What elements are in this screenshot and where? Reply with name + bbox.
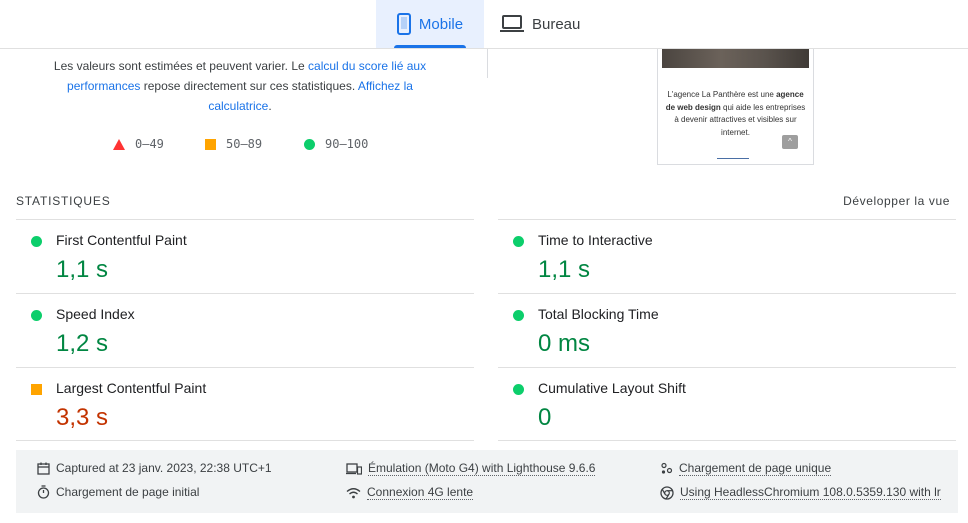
runtime-single-load-text: Chargement de page unique bbox=[679, 461, 832, 476]
triangle-icon bbox=[113, 138, 125, 150]
runtime-initial-load-text: Chargement de page initial bbox=[56, 485, 200, 499]
metric-cumulative-layout-shift: Cumulative Layout Shift 0 bbox=[498, 367, 956, 441]
metric-value: 1,2 s bbox=[56, 330, 109, 357]
active-tab-indicator bbox=[394, 45, 466, 48]
average-square-icon bbox=[31, 384, 42, 395]
runtime-emulation[interactable]: Émulation (Moto G4) with Lighthouse 9.6.… bbox=[346, 461, 596, 476]
tab-mobile-label: Mobile bbox=[418, 15, 464, 33]
thumbnail-text-part: L'agence La Panthère est une bbox=[667, 90, 777, 99]
metric-name: Total Blocking Time bbox=[538, 306, 659, 322]
divider bbox=[16, 440, 474, 441]
pass-circle-icon bbox=[31, 310, 42, 321]
metric-speed-index: Speed Index 1,2 s bbox=[16, 293, 474, 367]
runtime-browser-text: Using HeadlessChromium 108.0.5359.130 wi… bbox=[680, 485, 941, 500]
metric-largest-contentful-paint: Largest Contentful Paint 3,3 s bbox=[16, 367, 474, 441]
score-note-text: Les valeurs sont estimées et peuvent var… bbox=[53, 59, 309, 73]
metric-name: First Contentful Paint bbox=[56, 232, 187, 248]
runtime-captured: Captured at 23 janv. 2023, 22:38 UTC+1 bbox=[37, 461, 272, 475]
metric-value: 3,3 s bbox=[56, 404, 109, 431]
divider bbox=[487, 49, 488, 78]
devices-icon bbox=[346, 462, 362, 475]
metric-total-blocking-time: Total Blocking Time 0 ms bbox=[498, 293, 956, 367]
pass-circle-icon bbox=[513, 310, 524, 321]
score-note-text: . bbox=[268, 99, 272, 113]
runtime-settings: Captured at 23 janv. 2023, 22:38 UTC+1 C… bbox=[16, 450, 958, 513]
metric-name: Speed Index bbox=[56, 306, 135, 322]
tab-desktop-label: Bureau bbox=[532, 15, 581, 33]
metric-value: 1,1 s bbox=[56, 256, 109, 283]
legend-fail: 0–49 bbox=[113, 136, 164, 152]
score-note-text: repose directement sur ces statistiques. bbox=[140, 79, 358, 93]
legend-pass: 90–100 bbox=[304, 136, 368, 152]
thumbnail-image bbox=[662, 49, 809, 68]
circle-icon bbox=[304, 138, 315, 150]
runtime-emulation-text: Émulation (Moto G4) with Lighthouse 9.6.… bbox=[368, 461, 596, 476]
device-tabs: Mobile Bureau bbox=[0, 0, 968, 49]
final-screenshot-thumbnail[interactable]: L'agence La Panthère est une agence de w… bbox=[657, 49, 814, 165]
smartphone-icon bbox=[396, 13, 411, 35]
metric-name: Time to Interactive bbox=[538, 232, 653, 248]
metric-name: Cumulative Layout Shift bbox=[538, 380, 686, 396]
laptop-icon bbox=[500, 15, 524, 33]
tab-mobile[interactable]: Mobile bbox=[376, 0, 484, 48]
pass-circle-icon bbox=[513, 384, 524, 395]
scroll-top-icon: ^ bbox=[782, 135, 798, 149]
square-icon bbox=[205, 138, 216, 150]
runtime-browser[interactable]: Using HeadlessChromium 108.0.5359.130 wi… bbox=[660, 485, 941, 500]
metric-value: 0 bbox=[538, 404, 552, 431]
runtime-single-load[interactable]: Chargement de page unique bbox=[660, 461, 832, 476]
legend-average-label: 50–89 bbox=[226, 137, 263, 151]
legend-fail-label: 0–49 bbox=[135, 137, 164, 151]
runtime-network-text: Connexion 4G lente bbox=[367, 485, 474, 500]
wifi-icon bbox=[346, 487, 361, 499]
thumbnail-underline bbox=[717, 158, 749, 159]
runtime-initial-load: Chargement de page initial bbox=[37, 485, 199, 499]
calendar-icon bbox=[37, 462, 50, 475]
pass-circle-icon bbox=[31, 236, 42, 247]
runtime-captured-text: Captured at 23 janv. 2023, 22:38 UTC+1 bbox=[56, 461, 272, 475]
divider bbox=[498, 440, 956, 441]
metric-time-to-interactive: Time to Interactive 1,1 s bbox=[498, 219, 956, 293]
metric-value: 0 ms bbox=[538, 330, 591, 357]
metric-first-contentful-paint: First Contentful Paint 1,1 s bbox=[16, 219, 474, 293]
metric-name: Largest Contentful Paint bbox=[56, 380, 207, 396]
timer-icon bbox=[37, 485, 50, 499]
pass-circle-icon bbox=[513, 236, 524, 247]
chrome-icon bbox=[660, 485, 674, 500]
thumbnail-text: L'agence La Panthère est une agence de w… bbox=[664, 89, 807, 139]
statistics-title: STATISTIQUES bbox=[16, 194, 111, 208]
tab-desktop[interactable]: Bureau bbox=[500, 0, 600, 48]
expand-view-toggle[interactable]: Développer la vue bbox=[843, 194, 950, 208]
metric-value: 1,1 s bbox=[538, 256, 591, 283]
people-icon bbox=[660, 462, 673, 475]
score-note: Les valeurs sont estimées et peuvent var… bbox=[40, 56, 440, 116]
runtime-network[interactable]: Connexion 4G lente bbox=[346, 485, 474, 500]
legend-average: 50–89 bbox=[205, 136, 262, 152]
legend-pass-label: 90–100 bbox=[325, 137, 369, 151]
